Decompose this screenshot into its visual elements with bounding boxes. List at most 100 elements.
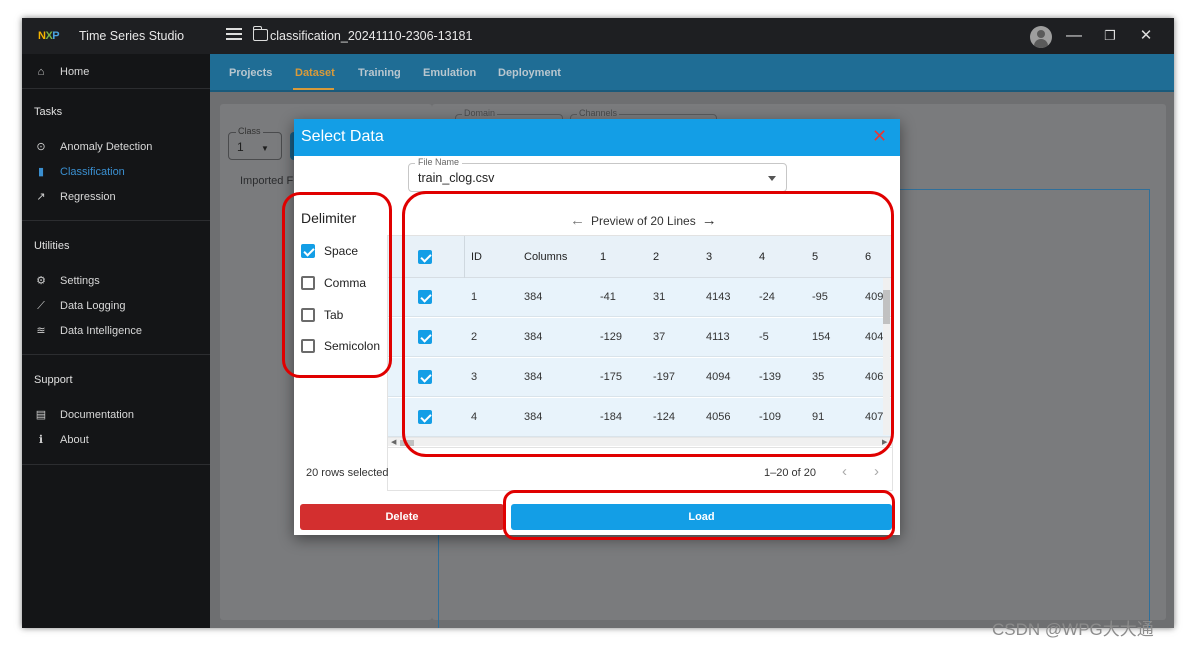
row-checkbox[interactable]	[418, 398, 441, 436]
arrow-right-icon[interactable]: →	[702, 212, 717, 229]
sidebar-item-home[interactable]: ⌂ Home	[34, 63, 90, 81]
sidebar-item-label: Data Intelligence	[60, 325, 142, 337]
table-cell: -109	[759, 411, 782, 423]
sidebar-item-label: About	[60, 434, 89, 446]
sidebar-item-data-logging[interactable]: ⟋ Data Logging	[34, 297, 125, 315]
horizontal-scrollbar[interactable]: ◀ ▶	[388, 437, 892, 446]
vertical-scrollbar[interactable]	[883, 278, 890, 435]
table-cell: 35	[812, 371, 825, 383]
sidebar-item-label: Home	[60, 66, 90, 78]
checkbox-checked-icon[interactable]	[301, 244, 315, 258]
bar-chart-icon: ▮	[37, 166, 45, 178]
table-cell: -124	[653, 411, 676, 423]
column-header[interactable]: ID	[471, 236, 482, 277]
domain-label: Domain	[462, 108, 498, 118]
sidebar-item-documentation[interactable]: ▤ Documentation	[34, 406, 134, 424]
table-cell: -175	[600, 371, 623, 383]
row-checkbox[interactable]	[418, 358, 441, 396]
tab-deployment[interactable]: Deployment	[498, 67, 561, 79]
app-title: Time Series Studio	[79, 29, 185, 43]
column-header[interactable]: 5	[812, 236, 818, 277]
column-header[interactable]: Columns	[524, 236, 567, 277]
table-cell: -197	[653, 371, 676, 383]
divider	[22, 464, 210, 465]
table-cell: 407	[865, 411, 884, 423]
sidebar-item-label: Settings	[60, 275, 100, 287]
user-avatar-icon[interactable]	[1030, 26, 1052, 48]
table-cell: 154	[812, 331, 831, 343]
rows-selected-count: 20 rows selected	[306, 467, 389, 479]
delimiter-title: Delimiter	[301, 210, 357, 226]
channels-label: Channels	[577, 108, 620, 118]
sidebar-item-classification[interactable]: ▮ Classification	[34, 163, 125, 181]
delimiter-comma-checkbox[interactable]: Comma	[301, 274, 366, 292]
sidebar-item-anomaly-detection[interactable]: ⊙ Anomaly Detection	[34, 138, 152, 156]
table-row[interactable]: 2 384 -129 37 4113 -5 154 404	[388, 318, 892, 357]
scroll-left-icon[interactable]: ◀	[391, 438, 396, 446]
column-header[interactable]: 1	[600, 236, 606, 277]
checkbox-checked-icon[interactable]	[418, 290, 432, 304]
trend-line-icon: ↗	[36, 191, 46, 203]
chevron-right-icon[interactable]: ›	[874, 463, 879, 480]
preview-label: Preview of 20 Lines	[591, 213, 696, 228]
checkbox-unchecked-icon[interactable]	[301, 276, 315, 290]
tab-emulation[interactable]: Emulation	[423, 67, 476, 79]
sidebar-item-about[interactable]: ℹ About	[34, 431, 89, 449]
tab-dataset[interactable]: Dataset	[295, 67, 335, 79]
table-row[interactable]: 3 384 -175 -197 4094 -139 35 406	[388, 358, 892, 397]
data-preview-grid: ID Columns 1 2 3 4 5 6 1 384 -41 31 4143…	[387, 235, 893, 491]
dropdown-caret-icon[interactable]	[768, 176, 776, 181]
class-select[interactable]: 1 ▼	[228, 132, 282, 160]
sidebar-item-label: Data Logging	[60, 300, 126, 312]
table-cell: -95	[812, 291, 828, 303]
column-header[interactable]: 2	[653, 236, 659, 277]
dialog-header: Select Data ✕	[294, 119, 900, 156]
arrow-left-icon[interactable]: ←	[570, 212, 585, 229]
divider	[388, 447, 892, 448]
table-cell: -24	[759, 291, 775, 303]
column-header[interactable]: 4	[759, 236, 765, 277]
scroll-right-icon[interactable]: ▶	[882, 438, 887, 446]
table-cell: -129	[600, 331, 623, 343]
table-row[interactable]: 4 384 -184 -124 4056 -109 91 407	[388, 398, 892, 437]
document-icon: ▤	[35, 409, 47, 421]
delimiter-tab-checkbox[interactable]: Tab	[301, 306, 343, 324]
tab-training[interactable]: Training	[358, 67, 401, 79]
project-name: classification_20241110-2306-13181	[270, 29, 473, 43]
file-name-value: train_clog.csv	[418, 171, 495, 185]
sidebar-item-settings[interactable]: ⚙ Settings	[34, 272, 100, 290]
row-checkbox[interactable]	[418, 278, 441, 316]
chevron-down-icon: ▼	[261, 144, 269, 153]
close-window-button[interactable]: ✕	[1137, 27, 1155, 45]
checkbox-checked-icon[interactable]	[418, 410, 432, 424]
checkbox-unchecked-icon[interactable]	[301, 308, 315, 322]
checkbox-label: Semicolon	[324, 339, 381, 353]
table-row[interactable]: 1 384 -41 31 4143 -24 -95 409	[388, 278, 892, 317]
close-icon[interactable]: ✕	[872, 127, 887, 145]
column-header[interactable]: 3	[706, 236, 712, 277]
row-checkbox[interactable]	[418, 318, 441, 356]
column-header[interactable]: 6	[865, 236, 871, 277]
delimiter-space-checkbox[interactable]: Space	[301, 242, 358, 260]
menu-icon[interactable]	[226, 28, 242, 42]
checkbox-checked-icon[interactable]	[418, 370, 432, 384]
scroll-thumb[interactable]	[883, 290, 890, 324]
tab-bar: Projects Dataset Training Emulation Depl…	[210, 54, 1174, 92]
delimiter-semicolon-checkbox[interactable]: Semicolon	[301, 337, 380, 355]
minimize-button[interactable]: —	[1065, 27, 1083, 45]
sidebar-item-data-intelligence[interactable]: ≊ Data Intelligence	[34, 322, 142, 340]
checkbox-checked-icon[interactable]	[418, 330, 432, 344]
maximize-button[interactable]: ❐	[1101, 27, 1119, 45]
checkbox-checked-icon[interactable]	[418, 249, 432, 264]
checkbox-unchecked-icon[interactable]	[301, 339, 315, 353]
support-header: Support	[34, 374, 73, 386]
sidebar-item-regression[interactable]: ↗ Regression	[34, 188, 115, 206]
column-divider	[464, 236, 465, 278]
select-all-checkbox[interactable]	[418, 236, 441, 277]
table-cell: -184	[600, 411, 623, 423]
delete-button[interactable]: Delete	[300, 504, 504, 530]
load-button[interactable]: Load	[511, 504, 892, 530]
tab-projects[interactable]: Projects	[229, 67, 272, 79]
scroll-thumb[interactable]	[400, 440, 414, 446]
chevron-left-icon[interactable]: ‹	[842, 463, 847, 480]
